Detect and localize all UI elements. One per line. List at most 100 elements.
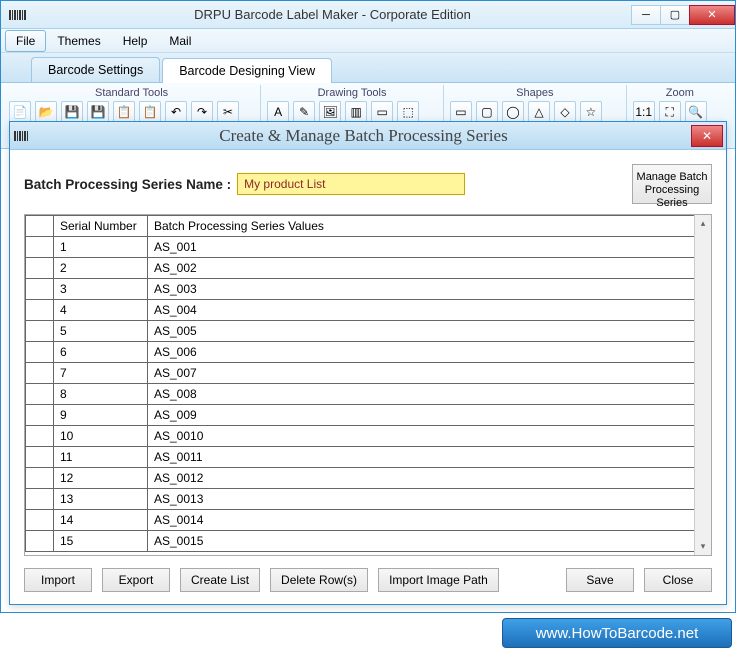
maximize-button[interactable]: ▢ — [660, 5, 690, 25]
minimize-button[interactable]: ─ — [631, 5, 661, 25]
table-row[interactable]: 14AS_0014 — [26, 510, 711, 531]
cell-value[interactable]: AS_0014 — [148, 510, 711, 531]
table-row[interactable]: 12AS_0012 — [26, 468, 711, 489]
row-header[interactable] — [26, 384, 54, 405]
table-row[interactable]: 10AS_0010 — [26, 426, 711, 447]
create-list-button[interactable]: Create List — [180, 568, 260, 592]
col-serial-number[interactable]: Serial Number — [54, 216, 148, 237]
cell-value[interactable]: AS_004 — [148, 300, 711, 321]
cell-sn[interactable]: 13 — [54, 489, 148, 510]
text-icon[interactable]: A — [267, 101, 289, 123]
select-icon[interactable]: ⬚ — [397, 101, 419, 123]
export-button[interactable]: Export — [102, 568, 170, 592]
cell-sn[interactable]: 8 — [54, 384, 148, 405]
row-header[interactable] — [26, 258, 54, 279]
table-row[interactable]: 4AS_004 — [26, 300, 711, 321]
save-icon[interactable]: 💾 — [61, 101, 83, 123]
close-button[interactable]: ✕ — [689, 5, 735, 25]
barcode-icon[interactable]: ▥ — [345, 101, 367, 123]
cell-sn[interactable]: 1 — [54, 237, 148, 258]
table-row[interactable]: 13AS_0013 — [26, 489, 711, 510]
roundrect-icon[interactable]: ▢ — [476, 101, 498, 123]
cell-value[interactable]: AS_0010 — [148, 426, 711, 447]
scroll-down-icon[interactable]: ▾ — [695, 538, 711, 555]
zoomfit-icon[interactable]: ⛶ — [659, 101, 681, 123]
table-row[interactable]: 1AS_001 — [26, 237, 711, 258]
modal-close-button[interactable]: ✕ — [691, 125, 723, 147]
cut-icon[interactable]: ✂ — [217, 101, 239, 123]
row-header[interactable] — [26, 321, 54, 342]
cell-value[interactable]: AS_005 — [148, 321, 711, 342]
row-header[interactable] — [26, 510, 54, 531]
cell-sn[interactable]: 5 — [54, 321, 148, 342]
col-series-values[interactable]: Batch Processing Series Values — [148, 216, 711, 237]
saveas-icon[interactable]: 💾 — [87, 101, 109, 123]
row-header[interactable] — [26, 531, 54, 552]
table-row[interactable]: 7AS_007 — [26, 363, 711, 384]
row-header[interactable] — [26, 426, 54, 447]
cell-value[interactable]: AS_008 — [148, 384, 711, 405]
cell-sn[interactable]: 10 — [54, 426, 148, 447]
series-name-input[interactable] — [237, 173, 465, 195]
table-row[interactable]: 5AS_005 — [26, 321, 711, 342]
rect-icon[interactable]: ▭ — [450, 101, 472, 123]
row-header[interactable] — [26, 237, 54, 258]
cell-value[interactable]: AS_009 — [148, 405, 711, 426]
cell-sn[interactable]: 12 — [54, 468, 148, 489]
cell-sn[interactable]: 7 — [54, 363, 148, 384]
triangle-icon[interactable]: △ — [528, 101, 550, 123]
import-image-path-button[interactable]: Import Image Path — [378, 568, 499, 592]
table-row[interactable]: 6AS_006 — [26, 342, 711, 363]
row-header[interactable] — [26, 342, 54, 363]
cell-sn[interactable]: 6 — [54, 342, 148, 363]
table-row[interactable]: 11AS_0011 — [26, 447, 711, 468]
redo-icon[interactable]: ↷ — [191, 101, 213, 123]
delete-rows-button[interactable]: Delete Row(s) — [270, 568, 368, 592]
import-button[interactable]: Import — [24, 568, 92, 592]
menu-themes[interactable]: Themes — [46, 30, 111, 52]
row-header[interactable] — [26, 447, 54, 468]
cell-sn[interactable]: 14 — [54, 510, 148, 531]
tab-barcode-designing[interactable]: Barcode Designing View — [162, 58, 332, 83]
row-header[interactable] — [26, 300, 54, 321]
ellipse-icon[interactable]: ◯ — [502, 101, 524, 123]
table-row[interactable]: 3AS_003 — [26, 279, 711, 300]
row-header[interactable] — [26, 468, 54, 489]
cell-sn[interactable]: 9 — [54, 405, 148, 426]
manage-batch-button[interactable]: Manage Batch Processing Series — [632, 164, 712, 204]
copy-icon[interactable]: 📋 — [113, 101, 135, 123]
cell-value[interactable]: AS_001 — [148, 237, 711, 258]
cell-value[interactable]: AS_006 — [148, 342, 711, 363]
cell-sn[interactable]: 2 — [54, 258, 148, 279]
zoomin-icon[interactable]: 🔍 — [685, 101, 707, 123]
row-header[interactable] — [26, 363, 54, 384]
grid-scrollbar[interactable]: ▴ ▾ — [694, 215, 711, 555]
cell-sn[interactable]: 4 — [54, 300, 148, 321]
cell-sn[interactable]: 3 — [54, 279, 148, 300]
undo-icon[interactable]: ↶ — [165, 101, 187, 123]
cell-value[interactable]: AS_0015 — [148, 531, 711, 552]
cell-value[interactable]: AS_003 — [148, 279, 711, 300]
pencil-icon[interactable]: ✎ — [293, 101, 315, 123]
cell-sn[interactable]: 11 — [54, 447, 148, 468]
watermark-link[interactable]: www.HowToBarcode.net — [502, 618, 732, 648]
menu-help[interactable]: Help — [112, 30, 159, 52]
diamond-icon[interactable]: ◇ — [554, 101, 576, 123]
menu-mail[interactable]: Mail — [158, 30, 202, 52]
row-header[interactable] — [26, 279, 54, 300]
open-icon[interactable]: 📂 — [35, 101, 57, 123]
row-header[interactable] — [26, 489, 54, 510]
table-row[interactable]: 15AS_0015 — [26, 531, 711, 552]
table-row[interactable]: 9AS_009 — [26, 405, 711, 426]
cell-value[interactable]: AS_0011 — [148, 447, 711, 468]
row-header[interactable] — [26, 405, 54, 426]
cell-value[interactable]: AS_0013 — [148, 489, 711, 510]
zoom11-icon[interactable]: 1:1 — [633, 101, 655, 123]
menu-file[interactable]: File — [5, 30, 46, 52]
cell-value[interactable]: AS_0012 — [148, 468, 711, 489]
close-modal-button[interactable]: Close — [644, 568, 712, 592]
table-row[interactable]: 2AS_002 — [26, 258, 711, 279]
new-icon[interactable]: 📄 — [9, 101, 31, 123]
save-button[interactable]: Save — [566, 568, 634, 592]
cell-sn[interactable]: 15 — [54, 531, 148, 552]
